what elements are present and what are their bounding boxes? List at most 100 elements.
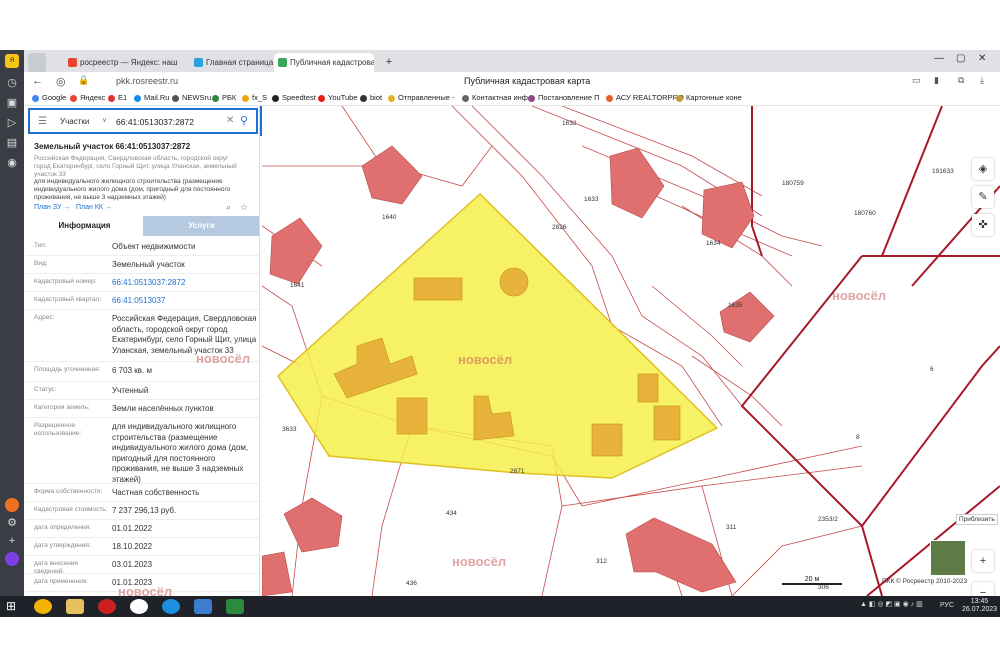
close-window-icon[interactable]: ✕ bbox=[978, 53, 986, 64]
shield-tab-icon bbox=[194, 58, 203, 67]
assistant-icon[interactable] bbox=[5, 552, 19, 566]
scale-bar: 20 м bbox=[782, 576, 842, 585]
app-taskbar-icon[interactable] bbox=[194, 599, 212, 614]
map-parcel-label: 180759 bbox=[782, 180, 804, 187]
back-icon[interactable]: ← bbox=[32, 75, 43, 87]
ruler-button[interactable]: ✎ bbox=[972, 186, 994, 208]
zoom-out-button[interactable]: − bbox=[972, 582, 994, 596]
bookmark-realtorpro[interactable]: АСУ REALTORPRO bbox=[606, 93, 684, 102]
bookmark-e1[interactable]: E1 bbox=[108, 93, 127, 102]
search-input[interactable]: 66:41:0513037:2872 bbox=[116, 117, 194, 127]
map-parcel-label: 191633 bbox=[932, 168, 954, 175]
bookmark-fxs[interactable]: fx_S bbox=[242, 93, 267, 102]
cadastral-quarter-link[interactable]: 66:41:0513037 bbox=[112, 296, 257, 307]
yandex-taskbar-icon[interactable] bbox=[130, 599, 148, 614]
map-parcel-label: 2871 bbox=[510, 468, 525, 475]
yandex-logo-icon[interactable]: Я bbox=[5, 54, 19, 68]
parcel-address-short: Российская Федерация, Свердловская облас… bbox=[34, 155, 237, 178]
parcel-title: Земельный участок 66:41:0513037:2872 bbox=[34, 142, 191, 151]
info-row-date-determined: дата определения: 01.01.2022 bbox=[26, 520, 259, 538]
bookmark-yandex[interactable]: Яндекс bbox=[70, 93, 105, 102]
explorer-taskbar-icon[interactable] bbox=[66, 599, 84, 614]
map-parcel-label: 436 bbox=[406, 580, 417, 587]
language-indicator[interactable]: РУС bbox=[940, 602, 954, 609]
settings-icon[interactable]: ⚙ bbox=[5, 516, 19, 530]
map-parcel-label: 1632 bbox=[562, 120, 577, 127]
chrome-taskbar-icon[interactable] bbox=[34, 599, 52, 614]
windows-taskbar: ⊞ ▲ ◧ ◎ ◩ ▣ ◉ ♪ ▥ РУС 13:45 26.07.2023 bbox=[0, 596, 1000, 617]
add-icon[interactable]: + bbox=[5, 534, 19, 548]
cadastral-number-link[interactable]: 66:41:0513037:2872 bbox=[112, 278, 257, 289]
search-type-select[interactable]: Участки bbox=[60, 117, 89, 126]
plan-zu-link[interactable]: План ЗУ → bbox=[34, 204, 70, 211]
downloads-icon[interactable]: ⤓ bbox=[980, 75, 984, 86]
bookmark-biot[interactable]: biot bbox=[360, 93, 382, 102]
tab-cadastral-map[interactable]: Публичная кадастровая карта bbox=[274, 53, 374, 72]
chevron-down-icon[interactable]: ∨ bbox=[102, 116, 107, 124]
info-row-ownership: Форма собственности: Частная собственност… bbox=[26, 484, 259, 502]
new-tab-button[interactable]: + bbox=[382, 53, 396, 72]
zoom-tooltip: Приблизить bbox=[956, 514, 998, 525]
system-tray-icons[interactable]: ▲ ◧ ◎ ◩ ▣ ◉ ♪ ▥ bbox=[860, 600, 923, 608]
reader-icon[interactable]: ▭ bbox=[912, 75, 921, 86]
search-icon[interactable]: ⚲ bbox=[240, 114, 248, 127]
bookmark-boxes[interactable]: Картонные коне bbox=[676, 93, 742, 102]
bookmark-rbc[interactable]: РБК bbox=[212, 93, 236, 102]
tab-yandex-search[interactable]: росреестр — Яндекс: наш bbox=[64, 53, 188, 72]
tab-services[interactable]: Услуги bbox=[143, 216, 259, 236]
play-icon[interactable]: ▷ bbox=[5, 116, 19, 130]
collections-icon[interactable]: ▣ bbox=[5, 96, 19, 110]
lock-icon[interactable]: 🔒 bbox=[78, 75, 89, 86]
minimize-icon[interactable]: — bbox=[934, 53, 944, 64]
clock-icon[interactable]: ◷ bbox=[5, 76, 19, 90]
zoom-to-parcel-icon[interactable]: ⌕ bbox=[226, 202, 231, 213]
info-row-cadastral-value: Кадастровая стоимость: 7 237 296,13 руб. bbox=[26, 502, 259, 520]
map-parcel-label: 180760 bbox=[854, 210, 876, 217]
info-row-status: Статус: Учтенный bbox=[26, 382, 259, 400]
ie-taskbar-icon[interactable] bbox=[162, 599, 180, 614]
zoom-in-button[interactable]: + bbox=[972, 550, 994, 572]
cadastral-map[interactable]: 1632 1633 1634 1635 1640 1641 2826 2871 … bbox=[262, 106, 1000, 596]
minimap-thumbnail[interactable] bbox=[930, 540, 966, 576]
watermark-logo: новосёл bbox=[458, 352, 513, 367]
clear-icon[interactable]: ✕ bbox=[226, 115, 234, 126]
taskbar-clock[interactable]: 13:45 26.07.2023 bbox=[962, 598, 997, 614]
protect-icon[interactable]: ◎ bbox=[56, 75, 66, 88]
url-field[interactable]: pkk.rosreestr.ru bbox=[116, 76, 178, 86]
info-row-type: Тип: Объект недвижимости bbox=[26, 238, 259, 256]
maximize-icon[interactable]: ▢ bbox=[956, 53, 965, 64]
bookmark-google[interactable]: Google bbox=[32, 93, 66, 102]
app-icon[interactable] bbox=[5, 498, 19, 512]
favorite-star-icon[interactable]: ☆ bbox=[240, 202, 248, 213]
alice-icon[interactable]: ◉ bbox=[5, 156, 19, 170]
search-box[interactable]: ☰ Участки ∨ 66:41:0513037:2872 ✕ ⚲ bbox=[28, 108, 258, 134]
layers-button[interactable]: ◈ bbox=[972, 158, 994, 180]
watermark-logo: новосёл bbox=[832, 288, 887, 303]
plan-kk-link[interactable]: План КК → bbox=[76, 204, 112, 211]
panel-tabs: Информация Услуги bbox=[26, 216, 259, 236]
parcel-info-panel: ☰ Участки ∨ 66:41:0513037:2872 ✕ ⚲ Земел… bbox=[26, 106, 260, 596]
map-parcel-label: 1635 bbox=[728, 302, 743, 309]
bookmark-sent[interactable]: Отправленные - bbox=[388, 93, 454, 102]
menu-icon[interactable]: ☰ bbox=[38, 116, 47, 127]
tabs-menu-button[interactable] bbox=[28, 53, 46, 72]
notes-icon[interactable]: ▤ bbox=[5, 136, 19, 150]
tab-information[interactable]: Информация bbox=[26, 216, 143, 236]
excel-taskbar-icon[interactable] bbox=[226, 599, 244, 614]
bookmark-speedtest[interactable]: Speedtest bbox=[272, 93, 316, 102]
bookmark-decree[interactable]: Постановление П bbox=[528, 93, 599, 102]
bookmark-newsru[interactable]: NEWSru bbox=[172, 93, 211, 102]
locate-button[interactable]: ✜ bbox=[972, 214, 994, 236]
map-parcel-label: 1640 bbox=[382, 214, 397, 221]
map-parcel-label: 311 bbox=[726, 524, 737, 531]
bookmark-mailru[interactable]: Mail.Ru bbox=[134, 93, 169, 102]
browser-window: Я ◷ ▣ ▷ ▤ ◉ ⚙ + росреестр — Яндекс: наш … bbox=[0, 50, 1000, 617]
opera-taskbar-icon[interactable] bbox=[98, 599, 116, 614]
info-row-kind: Вид: Земельный участок bbox=[26, 256, 259, 274]
extensions-icon[interactable]: ⧉ bbox=[958, 75, 964, 86]
bookmark-contacts[interactable]: Контактная инфо bbox=[462, 93, 532, 102]
windows-start-icon[interactable]: ⊞ bbox=[6, 599, 16, 613]
bookmark-icon[interactable]: ▮ bbox=[934, 75, 939, 86]
map-tab-icon bbox=[278, 58, 287, 67]
bookmark-youtube[interactable]: YouTube bbox=[318, 93, 357, 102]
